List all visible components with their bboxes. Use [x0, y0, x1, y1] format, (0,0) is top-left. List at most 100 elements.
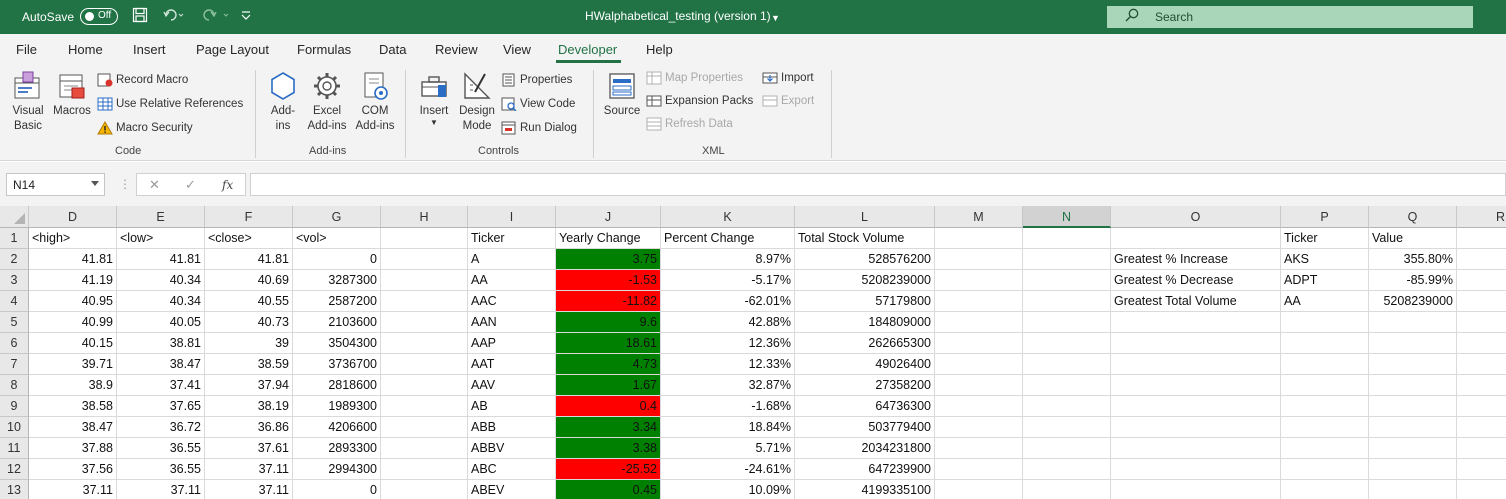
row-header-5[interactable]: 5	[0, 312, 29, 333]
cell-m8[interactable]	[935, 375, 1023, 396]
cell-l4[interactable]: 57179800	[795, 291, 935, 312]
cell-g9[interactable]: 1989300	[293, 396, 381, 417]
tab-developer[interactable]: Developer	[558, 42, 617, 57]
cell-h1[interactable]	[381, 228, 468, 249]
cell-r5[interactable]	[1457, 312, 1506, 333]
cell-i10[interactable]: ABB	[468, 417, 556, 438]
cell-e5[interactable]: 40.05	[117, 312, 205, 333]
cell-h4[interactable]	[381, 291, 468, 312]
cell-k1[interactable]: Percent Change	[661, 228, 795, 249]
cell-q5[interactable]	[1369, 312, 1457, 333]
cell-h12[interactable]	[381, 459, 468, 480]
cell-n10[interactable]	[1023, 417, 1111, 438]
cell-k11[interactable]: 5.71%	[661, 438, 795, 459]
enter-icon[interactable]: ✓	[185, 177, 196, 193]
cell-m12[interactable]	[935, 459, 1023, 480]
cell-d12[interactable]: 37.56	[29, 459, 117, 480]
cell-k9[interactable]: -1.68%	[661, 396, 795, 417]
cell-m11[interactable]	[935, 438, 1023, 459]
cell-o9[interactable]	[1111, 396, 1281, 417]
cell-r4[interactable]	[1457, 291, 1506, 312]
cell-l1[interactable]: Total Stock Volume	[795, 228, 935, 249]
cell-n13[interactable]	[1023, 480, 1111, 499]
cell-d7[interactable]: 39.71	[29, 354, 117, 375]
cell-n2[interactable]	[1023, 249, 1111, 270]
cell-o12[interactable]	[1111, 459, 1281, 480]
cell-d1[interactable]: <high>	[29, 228, 117, 249]
cell-f2[interactable]: 41.81	[205, 249, 293, 270]
cell-l8[interactable]: 27358200	[795, 375, 935, 396]
cell-e3[interactable]: 40.34	[117, 270, 205, 291]
cell-r2[interactable]	[1457, 249, 1506, 270]
cell-r6[interactable]	[1457, 333, 1506, 354]
column-header-d[interactable]: D	[29, 206, 117, 228]
tab-data[interactable]: Data	[379, 42, 406, 57]
cell-m4[interactable]	[935, 291, 1023, 312]
row-header-2[interactable]: 2	[0, 249, 29, 270]
cell-l12[interactable]: 647239900	[795, 459, 935, 480]
column-header-i[interactable]: I	[468, 206, 556, 228]
macros-button[interactable]: Macros	[52, 70, 92, 119]
cell-i2[interactable]: A	[468, 249, 556, 270]
cell-q4[interactable]: 5208239000	[1369, 291, 1457, 312]
cell-f9[interactable]: 38.19	[205, 396, 293, 417]
cell-n5[interactable]	[1023, 312, 1111, 333]
tab-insert[interactable]: Insert	[133, 42, 166, 57]
cell-o11[interactable]	[1111, 438, 1281, 459]
cell-f7[interactable]: 38.59	[205, 354, 293, 375]
cell-g3[interactable]: 3287300	[293, 270, 381, 291]
cell-g7[interactable]: 3736700	[293, 354, 381, 375]
cell-i12[interactable]: ABC	[468, 459, 556, 480]
cell-j10[interactable]: 3.34	[556, 417, 661, 438]
cell-h9[interactable]	[381, 396, 468, 417]
spreadsheet-grid[interactable]: D E F G H I J K L M N O P Q R 1 2 3 4 5 6 7 8 9 10 11 12 13 <high> <l…	[0, 206, 1506, 499]
cell-e10[interactable]: 36.72	[117, 417, 205, 438]
cell-g13[interactable]: 0	[293, 480, 381, 499]
cell-k5[interactable]: 42.88%	[661, 312, 795, 333]
cell-o8[interactable]	[1111, 375, 1281, 396]
cell-o4[interactable]: Greatest Total Volume	[1111, 291, 1281, 312]
cell-q11[interactable]	[1369, 438, 1457, 459]
excel-add-ins-button[interactable]: Excel Add-ins	[304, 70, 350, 134]
cell-n12[interactable]	[1023, 459, 1111, 480]
cell-m13[interactable]	[935, 480, 1023, 499]
cell-d2[interactable]: 41.81	[29, 249, 117, 270]
name-box-dropdown-icon[interactable]	[91, 181, 99, 186]
cell-p8[interactable]	[1281, 375, 1369, 396]
row-header-11[interactable]: 11	[0, 438, 29, 459]
cell-q10[interactable]	[1369, 417, 1457, 438]
cell-f4[interactable]: 40.55	[205, 291, 293, 312]
cell-m1[interactable]	[935, 228, 1023, 249]
cell-d10[interactable]: 38.47	[29, 417, 117, 438]
cell-e6[interactable]: 38.81	[117, 333, 205, 354]
cell-i4[interactable]: AAC	[468, 291, 556, 312]
cell-p2[interactable]: AKS	[1281, 249, 1369, 270]
cell-q12[interactable]	[1369, 459, 1457, 480]
cell-e7[interactable]: 38.47	[117, 354, 205, 375]
cell-q8[interactable]	[1369, 375, 1457, 396]
cell-m2[interactable]	[935, 249, 1023, 270]
cell-k3[interactable]: -5.17%	[661, 270, 795, 291]
formula-input[interactable]	[250, 173, 1506, 196]
cell-m5[interactable]	[935, 312, 1023, 333]
cell-p1[interactable]: Ticker	[1281, 228, 1369, 249]
column-header-g[interactable]: G	[293, 206, 381, 228]
cell-g10[interactable]: 4206600	[293, 417, 381, 438]
cell-i9[interactable]: AB	[468, 396, 556, 417]
cell-p7[interactable]	[1281, 354, 1369, 375]
cell-r12[interactable]	[1457, 459, 1506, 480]
cell-j7[interactable]: 4.73	[556, 354, 661, 375]
cell-e4[interactable]: 40.34	[117, 291, 205, 312]
cell-j2[interactable]: 3.75	[556, 249, 661, 270]
row-header-10[interactable]: 10	[0, 417, 29, 438]
cell-q7[interactable]	[1369, 354, 1457, 375]
cell-p13[interactable]	[1281, 480, 1369, 499]
column-header-r[interactable]: R	[1457, 206, 1506, 228]
cell-q13[interactable]	[1369, 480, 1457, 499]
cell-g5[interactable]: 2103600	[293, 312, 381, 333]
cell-p5[interactable]	[1281, 312, 1369, 333]
document-title[interactable]: HWalphabetical_testing (version 1)	[585, 9, 771, 23]
cell-g2[interactable]: 0	[293, 249, 381, 270]
cell-h10[interactable]	[381, 417, 468, 438]
cell-e9[interactable]: 37.65	[117, 396, 205, 417]
